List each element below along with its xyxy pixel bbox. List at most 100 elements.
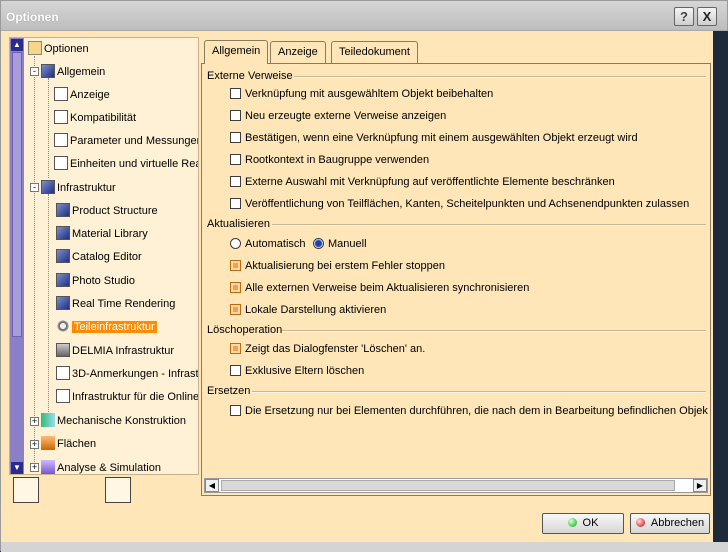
- cube-icon: [56, 249, 70, 263]
- option-neu-erzeugte[interactable]: Neu erzeugte externe Verweise anzeigen: [230, 108, 446, 124]
- section-title-aktualisieren: Aktualisieren: [207, 218, 270, 230]
- tree-item-parameter[interactable]: Parameter und Messungen: [54, 132, 198, 150]
- arrow-icon: [41, 413, 55, 427]
- horizontal-scroll-thumb[interactable]: [221, 480, 675, 491]
- radio-manuell[interactable]: Manuell: [313, 236, 367, 252]
- tree-item-analyse[interactable]: Analyse & Simulation: [41, 459, 161, 474]
- option-veroeffentlichung[interactable]: Veröffentlichung von Teilflächen, Kanten…: [230, 196, 689, 212]
- tree-item-flaechen[interactable]: Flächen: [41, 435, 96, 453]
- tab-allgemein[interactable]: Allgemein: [204, 40, 269, 64]
- tab-content-allgemein: Externe Verweise Verknüpfung mit ausgewä…: [201, 63, 711, 496]
- radio-automatisch[interactable]: Automatisch: [230, 236, 306, 252]
- tree-item-catalog-editor[interactable]: Catalog Editor: [56, 248, 142, 266]
- sheet-icon: [56, 366, 70, 380]
- option-aktualisierung-stoppen[interactable]: Aktualisierung bei erstem Fehler stoppen: [230, 258, 445, 274]
- tree-scrollbar[interactable]: ▲ ▼: [10, 38, 24, 474]
- checkbox[interactable]: [230, 132, 241, 143]
- cube-icon: [41, 64, 55, 78]
- tree-item-infrastruktur[interactable]: Infrastruktur: [41, 179, 116, 197]
- cube-icon: [41, 180, 55, 194]
- ok-icon: [567, 518, 577, 527]
- option-dialog-loeschen[interactable]: Zeigt das Dialogfenster 'Löschen' an.: [230, 341, 425, 357]
- checkbox-checked[interactable]: [230, 304, 241, 315]
- tab-anzeige[interactable]: Anzeige: [270, 41, 326, 63]
- scroll-right-icon[interactable]: ▶: [693, 479, 707, 492]
- save-settings-icon[interactable]: [13, 477, 39, 503]
- options-tree: ▲ ▼ - - + + + Optionen Allgemein Anzeige…: [9, 37, 199, 475]
- option-synchronisieren[interactable]: Alle externen Verweise beim Aktualisiere…: [230, 280, 529, 296]
- expander-flaechen[interactable]: +: [30, 440, 39, 449]
- cancel-icon: [635, 518, 645, 527]
- radio-button[interactable]: [230, 238, 241, 249]
- tree-item-material-library[interactable]: Material Library: [56, 225, 148, 243]
- window-title: Optionen: [6, 10, 59, 24]
- surface-icon: [41, 436, 55, 450]
- tree-item-teileinfrastruktur[interactable]: Teileinfrastruktur: [56, 318, 157, 336]
- checkbox-checked[interactable]: [230, 282, 241, 293]
- tree-item-mechanische-konstruktion[interactable]: Mechanische Konstruktion: [41, 412, 186, 430]
- options-dialog: Optionen ? X ▲ ▼ - - + + + Optionen Allg…: [0, 0, 728, 552]
- option-exklusive-eltern[interactable]: Exklusive Eltern löschen: [230, 363, 364, 379]
- horizontal-scrollbar[interactable]: ◀ ▶: [204, 478, 708, 493]
- tree-item-anzeige[interactable]: Anzeige: [54, 86, 110, 104]
- section-title-loeschoperation: Löschoperation: [207, 324, 283, 336]
- checkbox[interactable]: [230, 405, 241, 416]
- option-ersetzung[interactable]: Die Ersetzung nur bei Elementen durchfüh…: [230, 403, 708, 419]
- checkbox[interactable]: [230, 154, 241, 165]
- title-bar[interactable]: Optionen ? X: [1, 1, 727, 31]
- tree-item-real-time-rendering[interactable]: Real Time Rendering: [56, 295, 175, 313]
- cube-icon: [56, 273, 70, 287]
- tree-item-photo-studio[interactable]: Photo Studio: [56, 272, 135, 290]
- expander-mechanische[interactable]: +: [30, 417, 39, 426]
- expander-allgemein[interactable]: -: [30, 67, 39, 76]
- tree-item-online[interactable]: Infrastruktur für die Online: [56, 388, 198, 406]
- expander-analyse[interactable]: +: [30, 463, 39, 472]
- export-settings-icon[interactable]: [105, 477, 131, 503]
- scroll-left-icon[interactable]: ◀: [205, 479, 219, 492]
- tree-item-delmia[interactable]: DELMIA Infrastruktur: [56, 342, 174, 360]
- option-externe-auswahl[interactable]: Externe Auswahl mit Verknüpfung auf verö…: [230, 174, 615, 190]
- cube-icon: [56, 203, 70, 217]
- checkbox[interactable]: [230, 176, 241, 187]
- gear-icon: [56, 319, 70, 333]
- background-desktop: [713, 31, 728, 551]
- option-lokale-darstellung[interactable]: Lokale Darstellung aktivieren: [230, 302, 386, 318]
- scroll-down-icon[interactable]: ▼: [11, 462, 23, 474]
- sheet-icon: [56, 389, 70, 403]
- tab-teiledokument[interactable]: Teiledokument: [331, 41, 418, 63]
- tree-scroll-thumb[interactable]: [12, 52, 22, 337]
- sheet-icon: [54, 87, 68, 101]
- sheet-icon: [54, 133, 68, 147]
- cube-icon: [56, 226, 70, 240]
- checkbox[interactable]: [230, 365, 241, 376]
- analysis-icon: [41, 460, 55, 474]
- option-bestaetigen[interactable]: Bestätigen, wenn eine Verknüpfung mit ei…: [230, 130, 638, 146]
- close-button[interactable]: X: [697, 7, 717, 26]
- checkbox[interactable]: [230, 110, 241, 121]
- help-button[interactable]: ?: [674, 7, 694, 26]
- section-title-ersetzen: Ersetzen: [207, 385, 251, 397]
- checkbox[interactable]: [230, 88, 241, 99]
- expander-infrastruktur[interactable]: -: [30, 183, 39, 192]
- checkbox[interactable]: [230, 198, 241, 209]
- tree-item-kompatibilitaet[interactable]: Kompatibilität: [54, 109, 136, 127]
- sheet-icon: [54, 110, 68, 124]
- tree-item-optionen[interactable]: Optionen: [28, 40, 89, 58]
- ok-button[interactable]: OK: [542, 513, 624, 534]
- radio-button-selected[interactable]: [313, 238, 324, 249]
- scroll-up-icon[interactable]: ▲: [11, 39, 23, 51]
- checkbox-checked[interactable]: [230, 260, 241, 271]
- tree-item-3d-anmerkungen[interactable]: 3D-Anmerkungen - Infrast: [56, 365, 198, 383]
- delmia-icon: [56, 343, 70, 357]
- section-title-externe: Externe Verweise: [207, 70, 293, 82]
- cancel-button[interactable]: Abbrechen: [630, 513, 710, 534]
- root-icon: [28, 41, 42, 55]
- cube-icon: [56, 296, 70, 310]
- tree-item-einheiten[interactable]: Einheiten und virtuelle Rea: [54, 155, 198, 173]
- option-verknuepfung[interactable]: Verknüpfung mit ausgewähltem Objekt beib…: [230, 86, 493, 102]
- option-rootkontext[interactable]: Rootkontext in Baugruppe verwenden: [230, 152, 429, 168]
- tree-item-allgemein[interactable]: Allgemein: [41, 63, 105, 81]
- checkbox-checked[interactable]: [230, 343, 241, 354]
- tree-item-product-structure[interactable]: Product Structure: [56, 202, 158, 220]
- sheet-icon: [54, 156, 68, 170]
